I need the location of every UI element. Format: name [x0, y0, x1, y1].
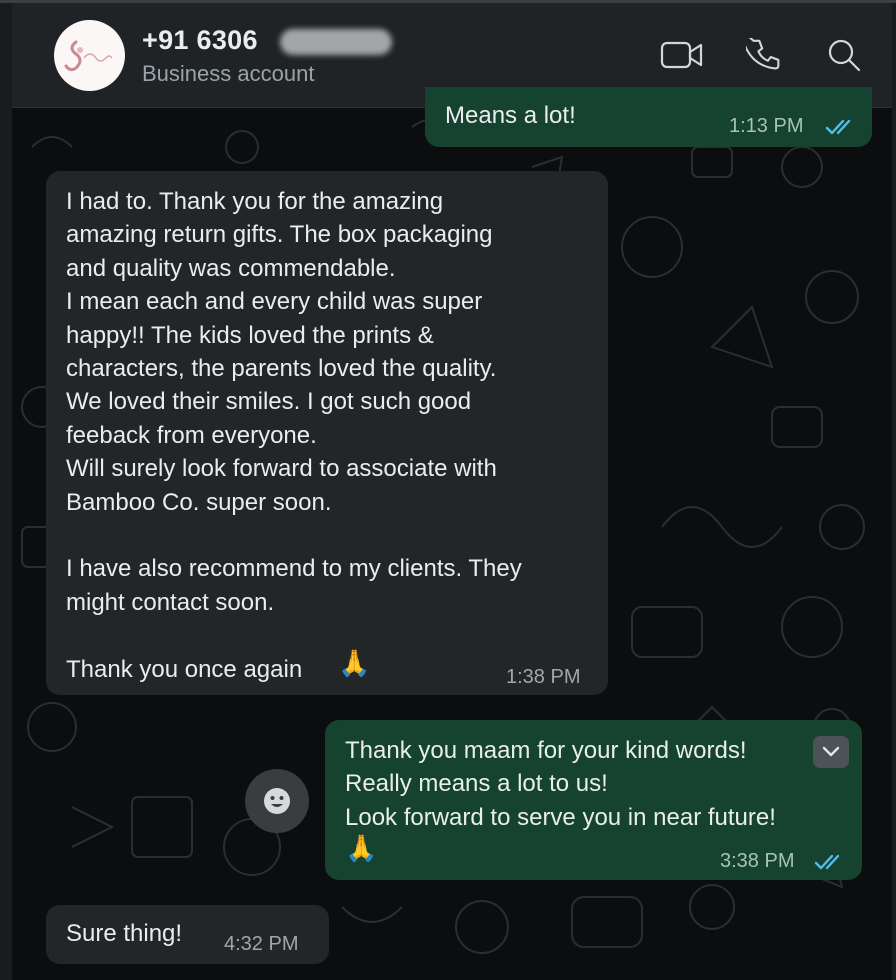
- chat-window: +91 6306 Business account Means a lot! 1…: [12, 3, 892, 980]
- contact-name[interactable]: +91 6306: [142, 25, 258, 56]
- search-icon[interactable]: [827, 38, 861, 77]
- chevron-down-icon: [822, 746, 840, 757]
- emoji-reaction-button[interactable]: [245, 769, 309, 833]
- folded-hands-emoji: 🙏: [338, 649, 371, 679]
- message-text: Thank you maam for your kind words! Real…: [345, 737, 776, 831]
- message-time: 3:38 PM: [720, 850, 795, 872]
- message-bubble-outgoing[interactable]: Thank you maam for your kind words! Real…: [325, 720, 862, 880]
- emoji-reaction-icon: [264, 788, 290, 814]
- message-time: 1:13 PM: [729, 115, 804, 137]
- message-time: 4:32 PM: [224, 933, 299, 955]
- message-menu-button[interactable]: [813, 736, 849, 768]
- message-text: Means a lot!: [445, 102, 576, 129]
- double-check-icon: [814, 847, 846, 880]
- folded-hands-emoji: 🙏: [345, 834, 378, 864]
- video-call-icon[interactable]: [660, 40, 704, 75]
- message-bubble-outgoing[interactable]: Means a lot! 1:13 PM: [425, 87, 872, 147]
- message-bubble-incoming[interactable]: Sure thing! 4:32 PM: [46, 905, 329, 964]
- message-text: I had to. Thank you for the amazing amaz…: [66, 188, 522, 683]
- contact-avatar[interactable]: [54, 20, 125, 91]
- message-bubble-incoming[interactable]: I had to. Thank you for the amazing amaz…: [46, 171, 608, 695]
- message-time: 1:38 PM: [506, 666, 581, 688]
- redacted-number: [280, 29, 392, 55]
- contact-subtitle: Business account: [142, 61, 315, 86]
- voice-call-icon[interactable]: [742, 33, 780, 77]
- company-logo-icon: [64, 40, 113, 72]
- message-text: Sure thing!: [66, 920, 183, 947]
- double-check-icon: [825, 112, 857, 145]
